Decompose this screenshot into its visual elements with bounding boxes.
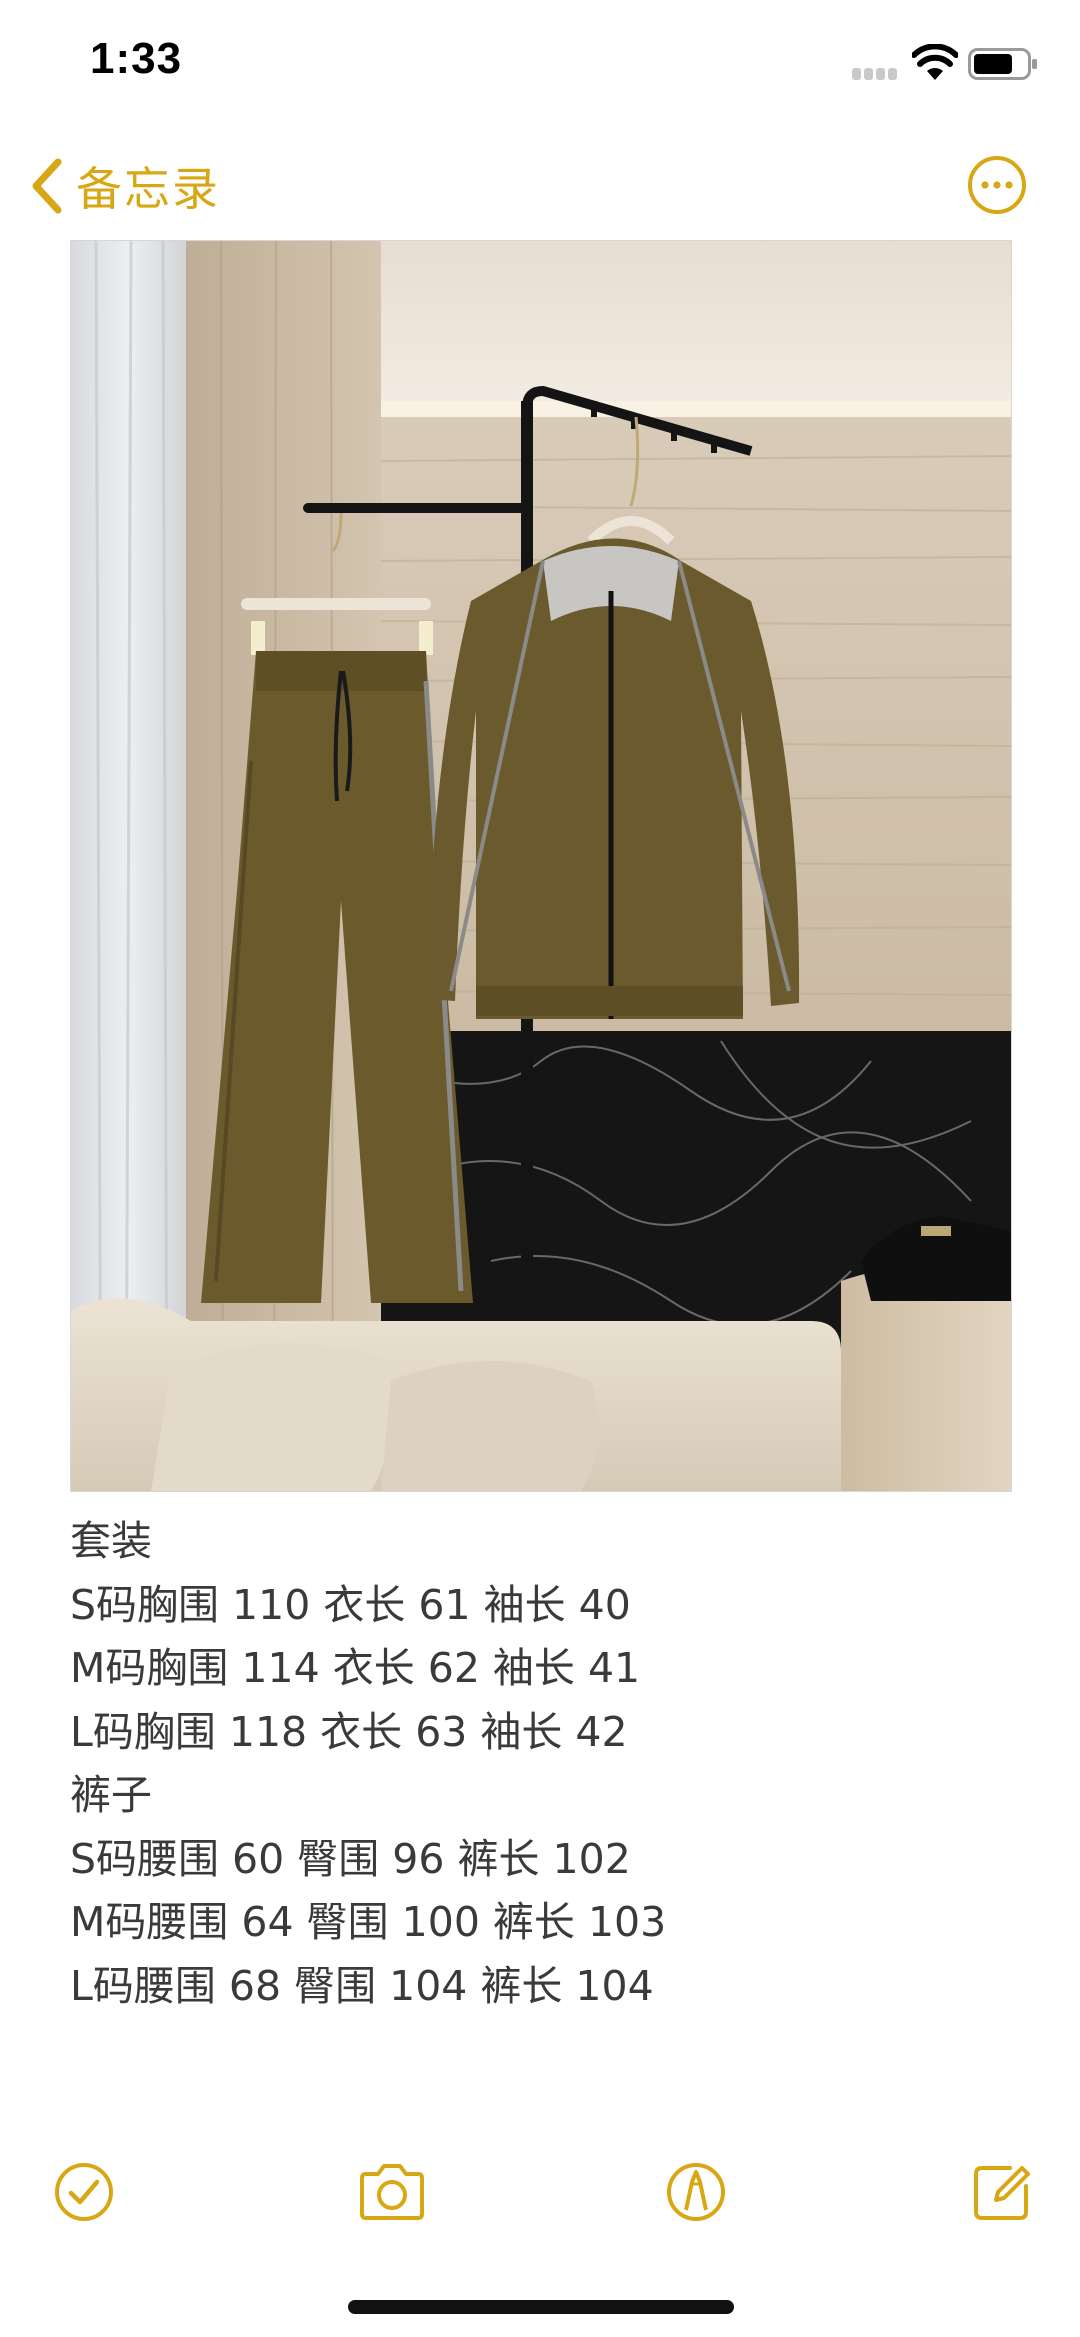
note-line: S码腰围 60 臀围 96 裤长 102 — [70, 1834, 631, 1883]
back-button[interactable]: 备忘录 — [28, 154, 220, 218]
cellular-signal-icon — [852, 68, 906, 80]
note-line: L码腰围 68 臀围 104 裤长 104 — [70, 1961, 654, 2010]
checklist-icon[interactable] — [52, 2160, 116, 2224]
note-body[interactable]: 套装 S码胸围 110 衣长 61 袖长 40 M码胸围 114 衣长 62 袖… — [70, 1510, 1030, 2018]
note-line: 裤子 — [70, 1771, 152, 1819]
note-line: M码胸围 114 衣长 62 袖长 41 — [70, 1644, 641, 1692]
note-line: L码胸围 118 衣长 63 袖长 42 — [70, 1707, 628, 1756]
note-line: S码胸围 110 衣长 61 袖长 40 — [70, 1580, 631, 1629]
compose-icon[interactable] — [970, 2160, 1034, 2224]
home-indicator[interactable] — [348, 2300, 734, 2314]
clothing-photo-image — [71, 241, 1011, 1491]
note-line: M码腰围 64 臀围 100 裤长 103 — [70, 1898, 667, 1946]
bottom-toolbar — [0, 2160, 1080, 2230]
chevron-left-icon — [32, 158, 62, 214]
notes-screen: 1:33 备忘录 套装 S码胸围 110 衣长 61 袖长 40 M码胸围 11… — [0, 0, 1080, 2337]
back-label: 备忘录 — [76, 162, 220, 216]
status-time: 1:33 — [90, 34, 183, 83]
wifi-icon — [912, 44, 958, 80]
status-bar: 1:33 — [0, 0, 1080, 135]
navigation-bar: 备忘录 — [0, 140, 1080, 230]
more-options-icon[interactable] — [966, 154, 1028, 216]
note-line: 套装 — [70, 1517, 152, 1565]
note-photo[interactable] — [70, 240, 1012, 1492]
battery-icon — [968, 48, 1037, 80]
camera-icon[interactable] — [356, 2160, 428, 2224]
markup-icon[interactable] — [664, 2160, 728, 2224]
